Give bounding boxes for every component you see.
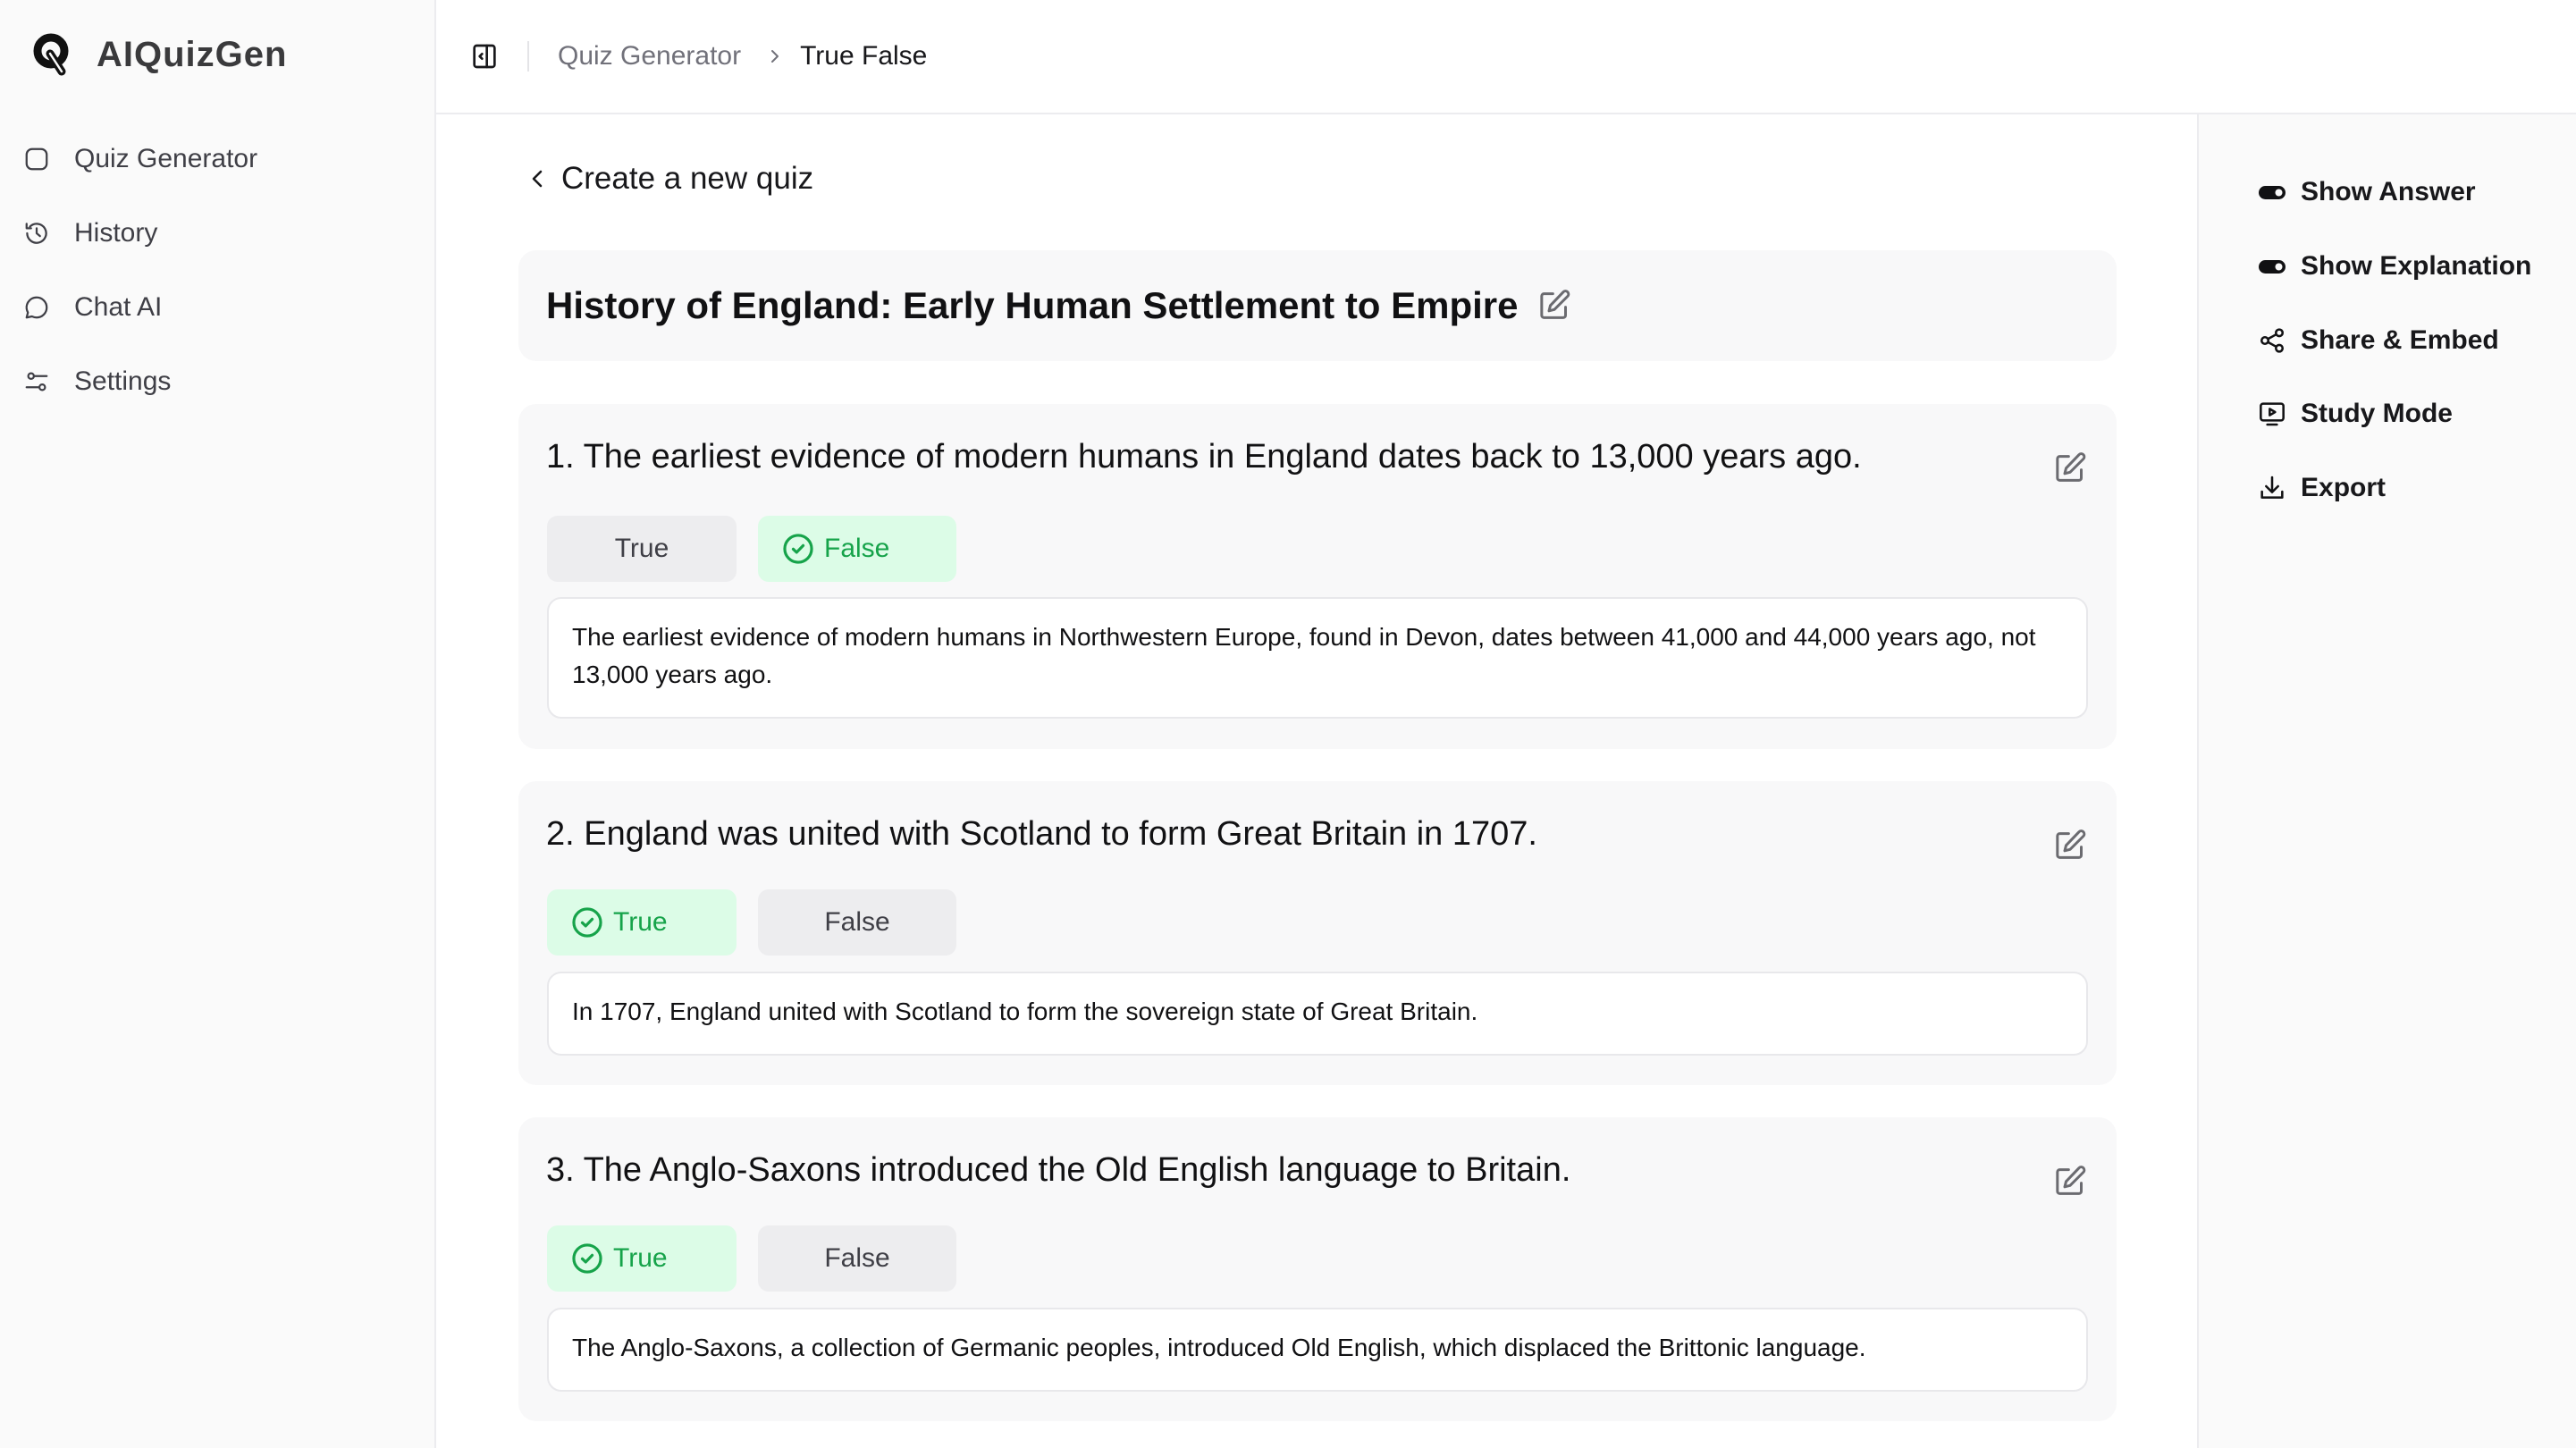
- sidebar-item-label: Settings: [74, 366, 172, 396]
- export-button[interactable]: Export: [2258, 461, 2386, 515]
- action-label: Study Mode: [2301, 399, 2453, 428]
- toggle-sidebar-button[interactable]: [470, 42, 499, 71]
- panel-left-icon: [473, 44, 496, 69]
- breadcrumb-current: True False: [800, 41, 928, 71]
- action-label: Export: [2301, 473, 2387, 502]
- action-label: Show Answer: [2301, 177, 2476, 206]
- option-label: False: [824, 1243, 890, 1273]
- actions-panel: Show Answer Show Explanation Share & Emb…: [2197, 114, 2576, 1448]
- sidebar-item-settings[interactable]: Settings: [0, 344, 434, 418]
- chevron-left-icon: [532, 170, 543, 188]
- question-card-3: 3. The Anglo-Saxons introduced the Old E…: [518, 1117, 2117, 1421]
- breadcrumb-quiz-generator[interactable]: Quiz Generator: [558, 41, 741, 72]
- check-circle-icon: [783, 534, 813, 564]
- question-card-1: 1. The earliest evidence of modern human…: [518, 404, 2117, 749]
- sidebar-item-history[interactable]: History: [0, 196, 434, 270]
- edit-title-icon[interactable]: [1536, 288, 1572, 324]
- sidebar-item-quiz-generator[interactable]: Quiz Generator: [0, 122, 434, 196]
- question-text: 1. The earliest evidence of modern human…: [546, 438, 1862, 476]
- option-label: True: [613, 1243, 668, 1273]
- explanation-box: The earliest evidence of modern humans i…: [547, 597, 2088, 719]
- download-icon: [2260, 476, 2284, 499]
- question-text: 2. England was united with Scotland to f…: [546, 815, 1537, 853]
- option-false-button[interactable]: False: [758, 1225, 956, 1292]
- explanation-box: In 1707, England united with Scotland to…: [547, 972, 2088, 1056]
- explanation-text: The Anglo-Saxons, a collection of German…: [572, 1334, 1866, 1361]
- option-true-button[interactable]: True: [547, 889, 737, 956]
- question-card-2: 2. England was united with Scotland to f…: [518, 781, 2117, 1085]
- sidebar-item-chat-ai[interactable]: Chat AI: [0, 270, 434, 344]
- option-true-button[interactable]: True: [547, 1225, 737, 1292]
- study-mode-button[interactable]: Study Mode: [2258, 387, 2453, 441]
- explanation-text: In 1707, England united with Scotland to…: [572, 998, 1478, 1025]
- header-divider: [527, 41, 529, 72]
- edit-question-icon[interactable]: [2052, 450, 2088, 486]
- sidebar-nav: Quiz Generator History Chat AI Settings: [0, 122, 434, 418]
- option-label: True: [613, 907, 668, 937]
- option-true-button[interactable]: True: [547, 516, 737, 582]
- logo-icon: [33, 33, 69, 76]
- action-label: Show Explanation: [2301, 251, 2532, 281]
- option-label: True: [614, 534, 669, 563]
- chevron-right-icon: [771, 50, 779, 63]
- back-label: Create a new quiz: [561, 161, 814, 196]
- question-text: 3. The Anglo-Saxons introduced the Old E…: [546, 1151, 1571, 1189]
- option-label: False: [824, 907, 890, 937]
- action-label: Share & Embed: [2301, 325, 2499, 355]
- explanation-box: The Anglo-Saxons, a collection of German…: [547, 1308, 2088, 1392]
- square-icon: [25, 147, 48, 170]
- history-icon: [25, 222, 47, 244]
- show-answer-toggle[interactable]: Show Answer: [2258, 165, 2476, 219]
- option-false-button[interactable]: False: [758, 889, 956, 956]
- quiz-title-card: History of England: Early Human Settleme…: [518, 250, 2117, 361]
- option-label: False: [824, 534, 890, 563]
- sidebar-item-label: Chat AI: [74, 291, 163, 322]
- app-name: AIQuizGen: [97, 34, 288, 74]
- edit-question-icon[interactable]: [2052, 828, 2088, 863]
- show-explanation-toggle[interactable]: Show Explanation: [2258, 240, 2531, 293]
- toggle-on-icon: [2259, 186, 2286, 199]
- presentation-play-icon: [2260, 402, 2285, 426]
- quiz-title: History of England: Early Human Settleme…: [546, 284, 1519, 326]
- main-content: Create a new quiz History of England: Ea…: [436, 114, 2197, 1448]
- sliders-icon: [25, 372, 48, 391]
- check-circle-icon: [572, 1243, 602, 1274]
- back-to-create-button[interactable]: Create a new quiz: [526, 161, 813, 197]
- brand[interactable]: AIQuizGen: [32, 32, 287, 77]
- explanation-text: The earliest evidence of modern humans i…: [572, 623, 2036, 688]
- chat-bubble-icon: [25, 296, 48, 318]
- sidebar-item-label: Quiz Generator: [74, 143, 258, 173]
- edit-question-icon[interactable]: [2052, 1164, 2088, 1200]
- share-icon: [2260, 328, 2284, 353]
- sidebar-item-label: History: [74, 217, 158, 248]
- toggle-on-icon: [2259, 260, 2286, 274]
- top-header: Quiz Generator True False: [436, 0, 2576, 114]
- sidebar: AIQuizGen Quiz Generator History Chat AI…: [0, 0, 436, 1448]
- option-false-button[interactable]: False: [758, 516, 956, 582]
- share-embed-button[interactable]: Share & Embed: [2258, 314, 2499, 367]
- check-circle-icon: [572, 907, 602, 938]
